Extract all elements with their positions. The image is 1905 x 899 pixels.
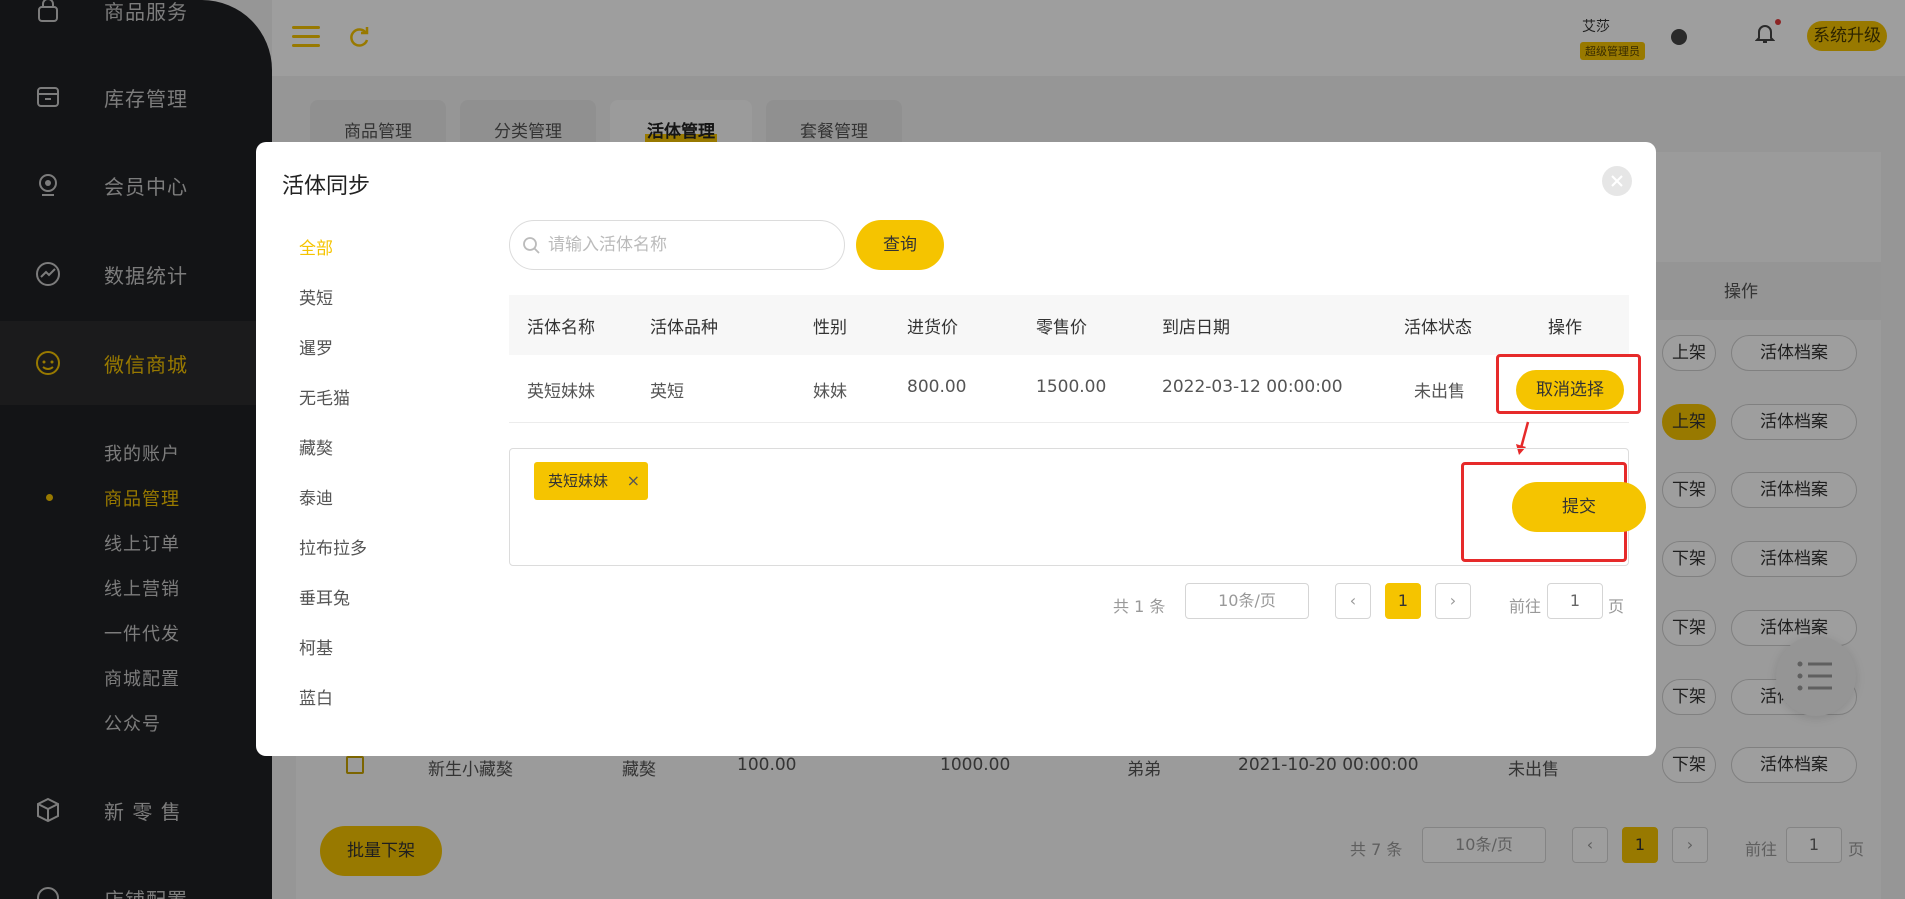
goto-label: 前往	[1509, 597, 1542, 616]
col-arrival-date: 到店日期	[1162, 318, 1230, 338]
table-row: 英短妹妹 英短 妹妹 800.00 1500.00 2022-03-12 00:…	[509, 355, 1629, 423]
submit-button[interactable]: 提交	[1512, 482, 1646, 532]
page-number[interactable]: 1	[1385, 583, 1421, 619]
prev-page-button[interactable]: ‹	[1335, 583, 1371, 619]
goto-page-input[interactable]: 1	[1547, 583, 1603, 619]
table-header: 活体名称 活体品种 性别 进货价 零售价 到店日期 活体状态 操作	[509, 295, 1629, 355]
selected-items-area: 英短妹妹 × 提交	[509, 448, 1646, 566]
query-button[interactable]: 查询	[856, 220, 944, 270]
tag-close-icon[interactable]: ×	[627, 462, 640, 500]
dialog-title: 活体同步	[282, 174, 371, 199]
category-british-shorthair[interactable]: 英短	[299, 284, 333, 309]
search-icon	[523, 237, 540, 254]
search-input[interactable]	[548, 221, 838, 269]
category-all[interactable]: 全部	[299, 234, 333, 259]
search-box	[509, 220, 845, 270]
col-retail-price: 零售价	[1036, 318, 1087, 338]
category-labrador[interactable]: 拉布拉多	[299, 534, 367, 559]
annotation-highlight-cancel	[1496, 354, 1641, 414]
cell-animal-status: 未出售	[1414, 382, 1465, 402]
cell-retail-price: 1500.00	[1036, 377, 1107, 397]
close-button[interactable]	[1602, 166, 1632, 196]
category-sphynx[interactable]: 无毛猫	[299, 384, 350, 409]
col-animal-status: 活体状态	[1404, 318, 1472, 338]
selected-tag: 英短妹妹 ×	[534, 462, 649, 500]
page-size-select[interactable]: 10条/页	[1185, 583, 1309, 619]
category-teddy[interactable]: 泰迪	[299, 484, 333, 509]
next-page-button[interactable]: ›	[1435, 583, 1471, 619]
cell-cost-price: 800.00	[907, 377, 967, 397]
category-corgi[interactable]: 柯基	[299, 634, 333, 659]
category-lop-rabbit[interactable]: 垂耳兔	[299, 584, 350, 609]
col-operation: 操作	[1548, 318, 1582, 338]
col-animal-breed: 活体品种	[650, 318, 718, 338]
category-siamese[interactable]: 暹罗	[299, 334, 333, 359]
category-blue-white[interactable]: 蓝白	[299, 684, 333, 709]
cell-gender: 妹妹	[813, 382, 847, 402]
col-gender: 性别	[813, 318, 847, 338]
col-cost-price: 进货价	[907, 318, 958, 338]
col-animal-name: 活体名称	[527, 318, 595, 338]
close-icon	[1611, 175, 1623, 187]
page-unit: 页	[1608, 597, 1625, 616]
cell-arrival-date: 2022-03-12 00:00:00	[1162, 377, 1343, 397]
cell-animal-name: 英短妹妹	[527, 382, 595, 402]
category-tibetan-mastiff[interactable]: 藏獒	[299, 434, 333, 459]
selected-tag-label: 英短妹妹	[548, 472, 609, 490]
cell-animal-breed: 英短	[650, 382, 684, 402]
live-animal-sync-dialog: 活体同步 全部 英短 暹罗 无毛猫 藏獒 泰迪 拉布拉多 垂耳兔 柯基 蓝白 查…	[256, 142, 1656, 756]
pager-total: 共 1 条	[1113, 597, 1166, 616]
